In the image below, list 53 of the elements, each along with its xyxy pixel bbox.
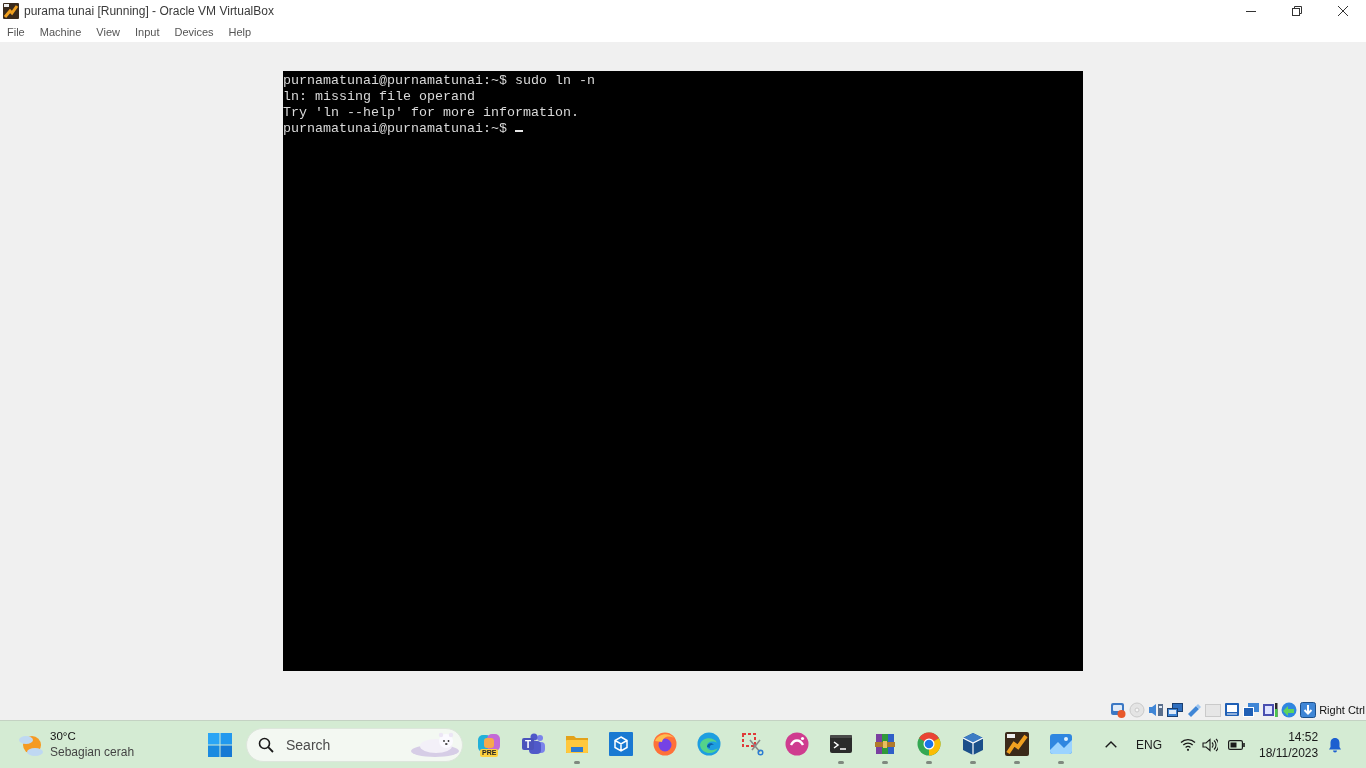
wifi-icon[interactable] bbox=[1180, 738, 1196, 751]
window-title: purama tunai [Running] - Oracle VM VirtualBox bbox=[24, 4, 274, 18]
cube-icon bbox=[609, 731, 633, 756]
taskbar-button[interactable]: T bbox=[511, 723, 555, 766]
menu-item[interactable]: Input bbox=[127, 22, 168, 42]
restore-icon bbox=[1292, 6, 1302, 16]
animal-illustration bbox=[410, 731, 460, 758]
ring-icon bbox=[917, 731, 941, 756]
wave-icon bbox=[697, 731, 721, 756]
running-indicator bbox=[970, 760, 976, 764]
windows-stack-icon[interactable] bbox=[1243, 702, 1260, 718]
network-icon[interactable] bbox=[1167, 702, 1184, 718]
running-indicator bbox=[1014, 760, 1020, 764]
running-indicator bbox=[926, 760, 932, 764]
display-icon[interactable] bbox=[1224, 702, 1241, 718]
books-icon bbox=[873, 731, 897, 756]
running-indicator bbox=[574, 760, 580, 764]
pane-grid-icon bbox=[208, 732, 232, 757]
bolt-icon bbox=[1005, 731, 1029, 756]
menu-item[interactable]: View bbox=[89, 22, 128, 42]
terminal-line: purnamatunai@purnamatunai:~$ sudo ln -n bbox=[283, 73, 595, 89]
minimize-icon bbox=[1246, 10, 1256, 12]
host-key-label: Right Ctrl bbox=[1319, 704, 1365, 716]
box-icon bbox=[961, 731, 985, 756]
language-indicator[interactable]: ENG bbox=[1136, 737, 1162, 752]
battery-icon[interactable] bbox=[1228, 739, 1245, 750]
terminal-line: purnamatunai@purnamatunai:~$ bbox=[283, 121, 507, 137]
globe-icon bbox=[653, 731, 677, 756]
running-indicator bbox=[838, 760, 844, 764]
meter-icon[interactable] bbox=[1262, 702, 1279, 718]
menu-item[interactable]: Devices bbox=[167, 22, 222, 42]
weather-temperature[interactable]: 30°C bbox=[50, 729, 76, 744]
weather-condition[interactable]: Sebagian cerah bbox=[50, 744, 135, 760]
menu-item[interactable]: File bbox=[0, 22, 33, 42]
volume-icon[interactable] bbox=[1202, 737, 1218, 752]
clock-time[interactable]: 14:52 bbox=[1288, 728, 1319, 745]
search-icon bbox=[258, 736, 274, 753]
search-field[interactable]: Search bbox=[246, 727, 463, 762]
bell-icon[interactable] bbox=[1327, 736, 1344, 753]
menu-item[interactable]: Help bbox=[221, 22, 260, 42]
disc-icon bbox=[785, 731, 809, 756]
chevron-up-icon bbox=[1105, 741, 1117, 748]
menu-item[interactable]: Machine bbox=[32, 22, 90, 42]
running-indicator bbox=[882, 760, 888, 764]
terminal-line: Try 'ln --help' for more information. bbox=[283, 105, 579, 121]
terminal-line: ln: missing file operand bbox=[283, 89, 475, 105]
speaker-icon[interactable] bbox=[1148, 702, 1165, 718]
picture-icon bbox=[1049, 731, 1073, 756]
clock-date[interactable]: 18/11/2023 bbox=[1259, 744, 1319, 761]
close-icon bbox=[1338, 6, 1348, 16]
window-icon bbox=[3, 3, 19, 19]
running-indicator bbox=[1058, 760, 1064, 764]
scissors-icon bbox=[741, 731, 765, 756]
